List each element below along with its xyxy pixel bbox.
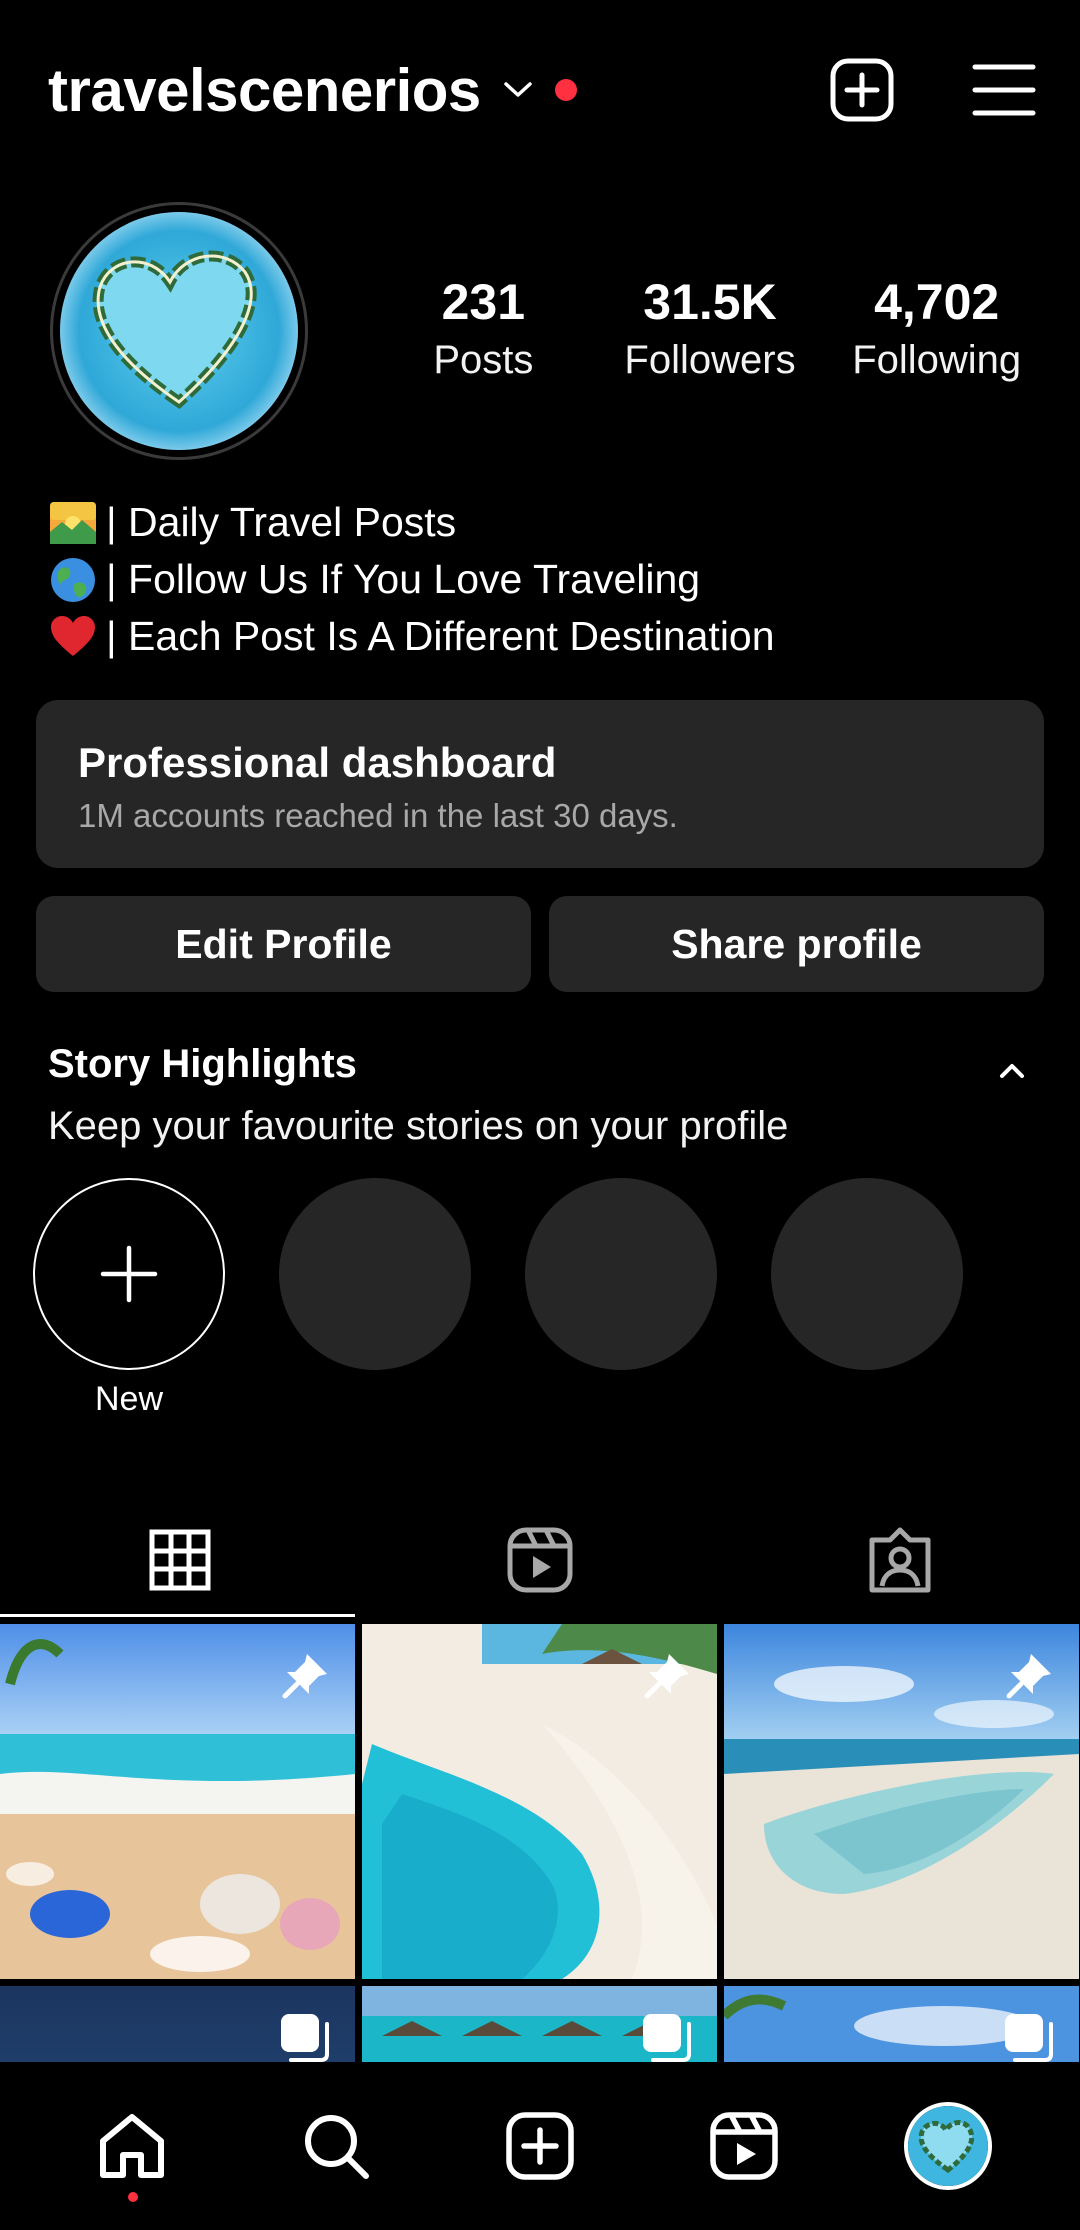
followers-label: Followers: [624, 338, 796, 382]
chevron-down-icon[interactable]: [503, 75, 533, 105]
bottom-navigation: [0, 2062, 1080, 2230]
bio-text: | Each Post Is A Different Destination: [106, 613, 775, 659]
pin-icon: [639, 1648, 695, 1704]
following-count: 4,702: [874, 274, 1000, 330]
hamburger-menu-icon[interactable]: [968, 54, 1040, 126]
followers-stat[interactable]: 31.5K Followers: [597, 272, 824, 388]
pin-icon: [277, 1648, 333, 1704]
home-notification-dot: [128, 2192, 138, 2202]
new-highlight-button[interactable]: [33, 1178, 225, 1370]
create-icon: [506, 2112, 574, 2180]
plus-square-icon[interactable]: [826, 54, 898, 126]
story-highlights-subtitle: Keep your favourite stories on your prof…: [48, 1104, 789, 1148]
carousel-icon: [1001, 2010, 1057, 2066]
top-bar: travelscenerios: [48, 40, 1040, 140]
following-label: Following: [852, 338, 1022, 382]
profile-tabs: [0, 1500, 1080, 1620]
username-title[interactable]: travelscenerios: [48, 56, 481, 125]
posts-stat[interactable]: 231 Posts: [370, 272, 597, 388]
tab-tagged[interactable]: [720, 1500, 1080, 1620]
nav-home[interactable]: [82, 2096, 182, 2202]
carousel-icon: [639, 2010, 695, 2066]
post-thumbnail[interactable]: [0, 1624, 355, 1979]
following-stat[interactable]: 4,702 Following: [823, 272, 1050, 388]
tagged-icon: [869, 1527, 931, 1593]
bio-line: | Daily Travel Posts: [48, 494, 1040, 551]
bio-line: | Follow Us If You Love Traveling: [48, 551, 1040, 608]
posts-count: 231: [441, 274, 526, 330]
search-icon: [305, 2115, 369, 2179]
post-thumbnail[interactable]: [724, 1624, 1079, 1979]
reels-icon: [507, 1527, 573, 1593]
reels-icon: [710, 2112, 778, 2180]
pin-icon: [1001, 1648, 1057, 1704]
nav-search[interactable]: [286, 2096, 386, 2196]
globe-emoji: [48, 555, 98, 605]
highlight-placeholder: [525, 1178, 717, 1370]
tab-grid[interactable]: [0, 1500, 360, 1620]
notification-dot: [554, 79, 577, 101]
highlight-placeholder: [279, 1178, 471, 1370]
followers-count: 31.5K: [643, 274, 777, 330]
grid-icon: [149, 1529, 211, 1591]
highlight-placeholder: [771, 1178, 963, 1370]
new-highlight-label: New: [94, 1380, 164, 1418]
professional-dashboard-card[interactable]: Professional dashboard 1M accounts reach…: [36, 700, 1044, 868]
posts-label: Posts: [433, 338, 534, 382]
profile-actions: Edit Profile Share profile: [36, 896, 1044, 992]
plus-icon: [100, 1245, 158, 1303]
nav-create[interactable]: [490, 2096, 590, 2196]
profile-avatar: [904, 2102, 992, 2190]
red-heart-emoji: [48, 612, 98, 662]
story-highlights-title: Story Highlights: [48, 1042, 357, 1086]
nav-profile[interactable]: [898, 2096, 998, 2196]
heart-island-avatar: [60, 212, 298, 450]
bio-text: | Follow Us If You Love Traveling: [106, 556, 701, 602]
edit-profile-button[interactable]: Edit Profile: [36, 896, 531, 992]
carousel-icon: [277, 2010, 333, 2066]
bio-text: | Daily Travel Posts: [106, 499, 457, 545]
post-thumbnail[interactable]: [362, 1624, 717, 1979]
share-profile-button[interactable]: Share profile: [549, 896, 1044, 992]
dashboard-title: Professional dashboard: [78, 739, 557, 786]
home-icon: [100, 2114, 164, 2178]
bio-line: | Each Post Is A Different Destination: [48, 608, 1040, 665]
dashboard-subtitle: 1M accounts reached in the last 30 days.: [78, 797, 678, 834]
profile-avatar[interactable]: [50, 202, 308, 460]
profile-bio: | Daily Travel Posts | Follow Us If You …: [48, 494, 1040, 665]
chevron-up-icon[interactable]: [992, 1050, 1032, 1090]
active-tab-indicator: [0, 1614, 355, 1617]
nav-reels[interactable]: [694, 2096, 794, 2196]
sunrise-emoji: [48, 498, 98, 548]
tab-reels[interactable]: [360, 1500, 720, 1620]
profile-stats: 231 Posts 31.5K Followers 4,702 Followin…: [370, 272, 1050, 388]
